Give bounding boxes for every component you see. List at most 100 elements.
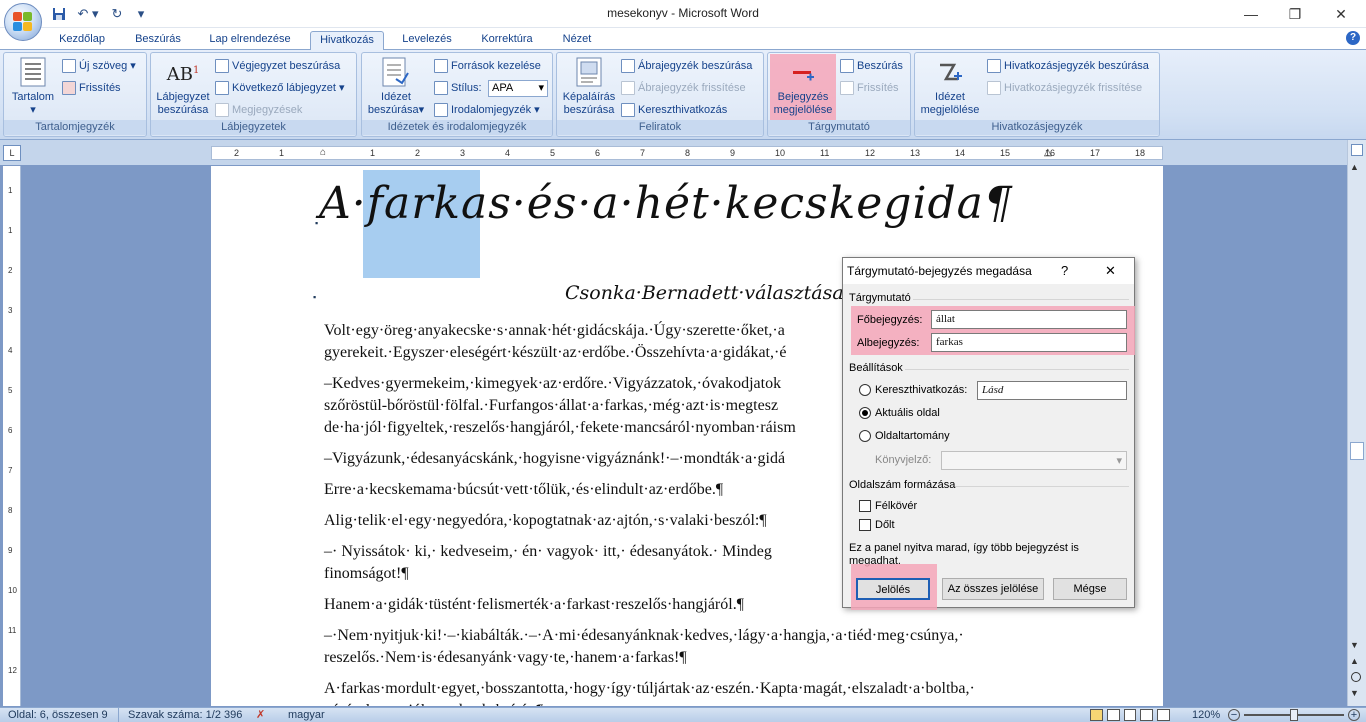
zoom-level[interactable]: 120% [1192,709,1220,721]
manage-sources-button[interactable]: Források kezelése [434,57,541,75]
bibliography-label: Irodalomjegyzék [451,104,532,116]
update-tof-button[interactable]: Ábrajegyzék frissítése [621,79,746,97]
draft-icon[interactable] [1157,709,1170,721]
dialog-close-button[interactable]: ✕ [1105,263,1116,279]
full-screen-icon[interactable] [1106,709,1120,721]
tof-icon [621,59,635,73]
cross-reference-button[interactable]: Kereszthivatkozás [621,101,727,119]
mark-all-button[interactable]: Az összes jelölése [942,578,1044,600]
next-footnote-button[interactable]: Következő lábjegyzet ▾ [215,79,344,97]
tab-lap-elrendezese[interactable]: Lap elrendezése [200,31,300,50]
story-subtitle[interactable]: Csonka·Bernadett·választása¶ [565,282,856,304]
ruler-tick-label: 2 [234,148,240,158]
insert-citation-button[interactable]: Idézet beszúrása▾ [366,56,426,117]
crossref-label: Kereszthivatkozás: [875,384,968,396]
main-entry-field[interactable]: állat [931,310,1127,329]
zoom-out-icon[interactable]: − [1228,709,1240,721]
indent-marker-icon[interactable]: ⌂ [320,147,326,158]
ruler-tick-label: 3 [460,148,466,158]
update-toc-button[interactable]: Frissítés [62,79,121,97]
paragraph-line[interactable]: –·Nem·nyitjuk·ki!·–·kiabálták.·–·A·mi·éd… [324,625,1054,647]
tab-nezet[interactable]: Nézet [555,31,599,50]
insert-endnote-button[interactable]: Végjegyzet beszúrása [215,57,340,75]
mark-entry-button[interactable]: Bejegyzés megjelölése [770,56,836,117]
mark-button[interactable]: Jelölés [856,578,930,600]
bibliography-button[interactable]: Irodalomjegyzék ▾ [434,101,540,119]
sub-entry-label: Albejegyzés: [857,337,920,349]
insert-tof-button[interactable]: Ábrajegyzék beszúrása [621,57,752,75]
office-button[interactable] [4,3,42,41]
mark-citation-icon [934,56,966,88]
italic-checkbox[interactable] [859,519,871,531]
add-text-button[interactable]: Új szöveg ▾ [62,57,136,75]
sub-entry-field[interactable]: farkas [931,333,1127,352]
current-page-radio[interactable] [859,407,871,419]
scroll-up-icon[interactable]: ▲ [1350,162,1359,172]
web-layout-icon[interactable] [1123,709,1137,721]
show-notes-button[interactable]: Megjegyzések [215,101,302,119]
insert-index-button[interactable]: Beszúrás [840,57,903,75]
story-title[interactable]: A·farkas·és·a·hét·kecskegida¶ [319,178,1013,229]
tab-kezdolap[interactable]: Kezdőlap [50,31,114,50]
main-entry-label: Főbejegyzés: [857,314,923,326]
toc-button[interactable]: Tartalom ▾ [8,56,58,117]
chevron-down-icon: ▾ [538,82,544,94]
style-dropdown[interactable]: APA ▾ [488,80,548,97]
window-title: mesekonyv - Microsoft Word [607,6,759,20]
tab-hivatkozas[interactable]: Hivatkozás [310,31,384,51]
right-indent-marker-icon[interactable]: △ [1044,147,1052,158]
section-format-label: Oldalszám formázása [849,479,956,491]
page-range-radio[interactable] [859,430,871,442]
help-icon[interactable]: ? [1346,31,1360,45]
restore-button[interactable]: ❐ [1272,0,1318,28]
show-notes-icon [215,103,229,117]
tab-korrektura[interactable]: Korrektúra [472,31,542,50]
mark-citation-button[interactable]: Idézet megjelölése [917,56,983,117]
tab-levelezes[interactable]: Levelezés [396,31,458,50]
language[interactable]: magyar [288,709,325,721]
crossref-field[interactable]: Lásd [977,381,1127,400]
scroll-down-icon[interactable]: ▼ [1350,640,1359,650]
zoom-slider-thumb[interactable] [1290,709,1298,721]
paragraph-line[interactable]: reszelős.·Nem·is·édesanyánk·vagy·te,·han… [324,647,1054,669]
outline-icon[interactable] [1140,709,1154,721]
vertical-scrollbar[interactable]: ▲ ▼ ▲ ▼ [1347,140,1366,706]
view-ruler-icon[interactable] [1351,144,1363,156]
scroll-thumb[interactable] [1350,442,1364,460]
vertical-ruler[interactable]: 112345678910111213 [3,166,21,715]
browse-object-icon[interactable] [1351,672,1361,682]
ruler-tick-label: 1 [279,148,285,158]
tab-beszuras[interactable]: Beszúrás [128,31,188,50]
tab-selector[interactable]: L [3,145,21,161]
bookmark-dropdown[interactable]: ▾ [941,451,1127,470]
bold-checkbox[interactable] [859,500,871,512]
group-toc: Tartalom ▾ Új szöveg ▾ Frissítés Tartalomj… [3,52,147,137]
minimize-button[interactable]: — [1228,0,1274,28]
ruler-tick-label: 11 [820,148,830,158]
paragraph-line[interactable]: A·farkas·mordult·egyet,·bosszantotta,·ho… [324,678,1054,700]
previous-page-icon[interactable]: ▲ [1350,656,1359,666]
insert-caption-button[interactable]: Képaláírás beszúrása [559,56,619,117]
chevron-down-icon: ▾ [1116,455,1122,467]
insert-toa-button[interactable]: Hivatkozásjegyzék beszúrása [987,57,1149,75]
cancel-button[interactable]: Mégse [1053,578,1127,600]
update-toa-button[interactable]: Hivatkozásjegyzék frissítése [987,79,1142,97]
page-count[interactable]: Oldal: 6, összesen 9 [8,709,108,721]
zoom-in-icon[interactable]: + [1348,709,1360,721]
print-layout-icon[interactable] [1090,709,1103,721]
next-page-icon[interactable]: ▼ [1350,688,1359,698]
dialog-help-button[interactable]: ? [1061,263,1068,278]
word-count[interactable]: Szavak száma: 1/2 396 [128,709,242,721]
citation-label-2: beszúrása [367,104,419,116]
vruler-tick-label: 8 [8,506,13,515]
vruler-tick-label: 1 [8,226,13,235]
update-index-button[interactable]: Frissítés [840,79,899,97]
paragraph-line[interactable]: vásárolt·egy·jókora·darab·krétát.¶ [324,700,1054,706]
crossref-radio[interactable] [859,384,871,396]
ruler-tick-label: 7 [640,148,646,158]
horizontal-ruler[interactable]: 2 1 1 2 3 4 5 6 7 8 9 10 11 12 13 14 15 16 17 18 ⌂ △ [211,146,1163,160]
group-captions: Képaláírás beszúrása Ábrajegyzék beszúrás… [556,52,764,137]
insert-footnote-button[interactable]: AB1 Lábjegyzet beszúrása [153,56,213,117]
close-button[interactable]: ✕ [1318,0,1364,28]
proofing-icon[interactable]: ✗ [256,708,265,721]
